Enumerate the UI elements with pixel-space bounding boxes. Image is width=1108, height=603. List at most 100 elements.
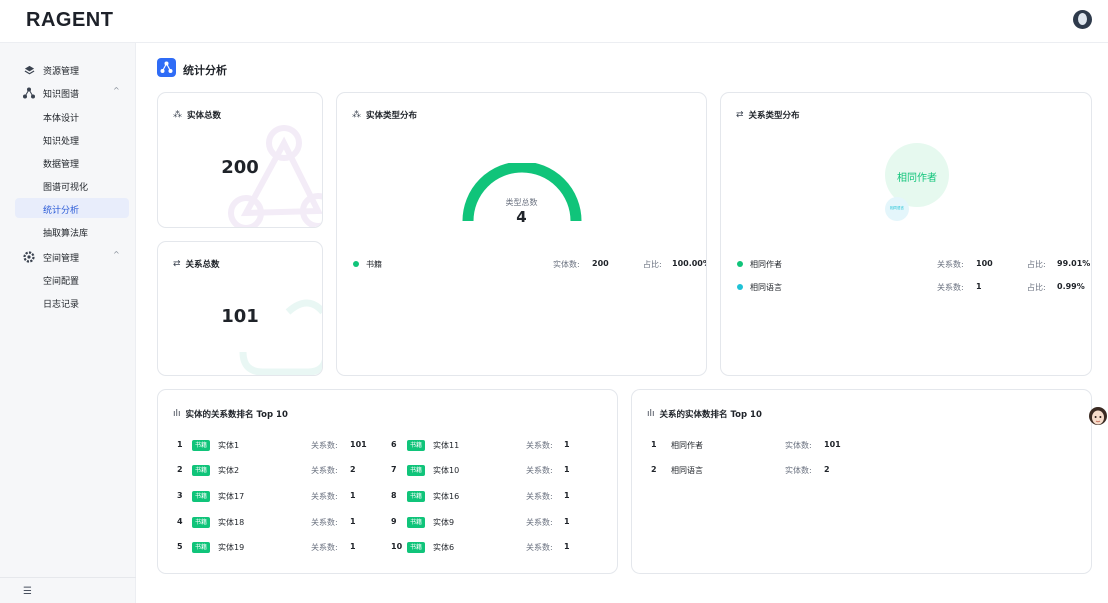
entity-rank-card: ılı 实体的关系数排名 Top 10 1 书籍 实体1 关系数: 101 2 书籍 实体2 关… [157, 389, 618, 574]
rank-row[interactable]: 7 书籍 实体10 关系数: 1 [391, 465, 591, 479]
legend-count-label: 实体数: [553, 260, 580, 269]
rank-row[interactable]: 2 书籍 实体2 关系数: 2 [177, 465, 377, 479]
entity-type-card: ⁂ 实体类型分布 类型总数 4 书籍 实体数: 200 占比: 100.00% [336, 92, 707, 376]
sidebar-group-label: 空间管理 [43, 254, 80, 264]
rank-row[interactable]: 9 书籍 实体9 关系数: 1 [391, 517, 591, 531]
rank-value: 1 [350, 517, 356, 526]
layers-icon [23, 64, 35, 76]
chevron-up-icon[interactable]: ^ [113, 86, 120, 95]
bubble-label: 相同语言 [890, 206, 904, 210]
legend-dot [737, 284, 743, 290]
rank-row[interactable]: 3 书籍 实体17 关系数: 1 [177, 491, 377, 505]
sidebar-item-log-records[interactable]: 日志记录 [15, 292, 129, 312]
rank-value: 1 [564, 465, 570, 474]
type-tag: 书籍 [192, 542, 211, 553]
sidebar-item-statistics[interactable]: 统计分析 [15, 198, 129, 218]
swap-icon: ⇄ [736, 110, 744, 120]
rank-value: 1 [564, 542, 570, 551]
legend-ratio: 0.99% [1057, 282, 1085, 291]
rank-name: 相同语言 [671, 466, 703, 475]
rank-row[interactable]: 10 书籍 实体6 关系数: 1 [391, 542, 591, 556]
swap-icon: ⇄ [173, 259, 181, 269]
sidebar-item-label: 统计分析 [43, 206, 80, 216]
rank-number: 7 [391, 465, 397, 474]
rank-row[interactable]: 1 相同作者 实体数: 101 [651, 440, 871, 454]
bar-chart-icon: ılı [647, 409, 655, 419]
rank-number: 4 [177, 517, 183, 526]
legend-name: 书籍 [366, 260, 382, 269]
assistant-avatar[interactable] [1088, 406, 1108, 428]
legend-row: 相同语言 关系数: 1 占比: 0.99% [737, 282, 1091, 294]
card-title: ⇄ 关系类型分布 [736, 109, 800, 121]
sidebar-item-ontology-design[interactable]: 本体设计 [15, 106, 129, 126]
rank-row[interactable]: 6 书籍 实体11 关系数: 1 [391, 440, 591, 454]
relation-total-card: ⇄ 关系总数 101 [157, 241, 323, 376]
chevron-up-icon[interactable]: ^ [113, 250, 120, 259]
card-title-text: 关系类型分布 [748, 111, 800, 121]
rank-number: 2 [177, 465, 183, 474]
rank-row[interactable]: 4 书籍 实体18 关系数: 1 [177, 517, 377, 531]
legend-ratio-label: 占比: [1027, 283, 1046, 292]
sidebar-group-label: 资源管理 [43, 67, 80, 77]
card-title: ⁂ 实体类型分布 [352, 109, 417, 121]
legend-name: 相同语言 [750, 283, 782, 292]
sidebar-item-graph-visualization[interactable]: 图谱可视化 [15, 175, 129, 195]
entity-total-value: 200 [221, 157, 259, 178]
card-title: ⁂ 实体总数 [173, 109, 221, 121]
top-bar: RAGENT [0, 0, 1108, 43]
legend-ratio-label: 占比: [643, 260, 662, 269]
app-logo[interactable]: RAGENT [26, 9, 113, 32]
rank-row[interactable]: 8 书籍 实体16 关系数: 1 [391, 491, 591, 505]
graph-icon: ⁂ [352, 110, 361, 120]
rank-name: 实体18 [218, 518, 245, 527]
sidebar-group-resources[interactable]: 资源管理 [0, 59, 136, 81]
relation-rank-card: ılı 关系的实体数排名 Top 10 1 相同作者 实体数: 101 2 相同语言 实体数… [631, 389, 1092, 574]
rank-row[interactable]: 1 书籍 实体1 关系数: 101 [177, 440, 377, 454]
bubble-small[interactable]: 相同语言 [885, 197, 909, 221]
sidebar-collapse-bar: ☰ [0, 577, 136, 603]
rank-name: 实体11 [433, 441, 460, 450]
type-tag: 书籍 [192, 517, 211, 528]
rank-value-label: 关系数: [526, 543, 553, 552]
sidebar-item-label: 图谱可视化 [43, 183, 89, 193]
sidebar-item-data-management[interactable]: 数据管理 [15, 152, 129, 172]
type-tag: 书籍 [407, 465, 426, 476]
rank-number: 2 [651, 465, 657, 474]
legend-count: 100 [976, 259, 993, 268]
rank-value-label: 关系数: [526, 518, 553, 527]
sidebar-group-knowledge-graph[interactable]: 知识图谱 ^ [0, 82, 136, 104]
sidebar-group-space-management[interactable]: 空间管理 ^ [0, 246, 136, 268]
rank-number: 1 [177, 440, 183, 449]
user-avatar[interactable] [1073, 10, 1092, 29]
rank-row[interactable]: 5 书籍 实体19 关系数: 1 [177, 542, 377, 556]
rank-name: 实体10 [433, 466, 460, 475]
rank-number: 5 [177, 542, 183, 551]
rank-value-label: 关系数: [311, 543, 338, 552]
rank-value-label: 关系数: [526, 441, 553, 450]
bar-chart-icon: ılı [173, 409, 181, 419]
legend-row: 书籍 实体数: 200 占比: 100.00% [353, 259, 706, 271]
card-title-text: 实体总数 [187, 111, 222, 121]
graph-icon [23, 87, 35, 99]
sidebar-item-label: 日志记录 [43, 300, 80, 310]
sidebar-item-label: 空间配置 [43, 277, 80, 287]
sidebar-item-space-config[interactable]: 空间配置 [15, 269, 129, 289]
legend-count: 1 [976, 282, 982, 291]
legend-name: 相同作者 [750, 260, 782, 269]
rank-value: 101 [824, 440, 841, 449]
legend-count: 200 [592, 259, 609, 268]
menu-fold-icon[interactable]: ☰ [23, 586, 32, 597]
entity-total-card: ⁂ 实体总数 200 [157, 92, 323, 228]
rank-name: 相同作者 [671, 441, 703, 450]
type-tag: 书籍 [407, 491, 426, 502]
sidebar-item-label: 本体设计 [43, 114, 80, 124]
type-tag: 书籍 [192, 440, 211, 451]
legend-ratio-label: 占比: [1027, 260, 1046, 269]
legend-ratio: 99.01% [1057, 259, 1091, 268]
sidebar-item-label: 知识处理 [43, 137, 80, 147]
rank-value-label: 关系数: [526, 466, 553, 475]
sidebar-item-extraction-algorithms[interactable]: 抽取算法库 [15, 221, 129, 241]
rank-number: 9 [391, 517, 397, 526]
rank-row[interactable]: 2 相同语言 实体数: 2 [651, 465, 871, 479]
sidebar-item-knowledge-processing[interactable]: 知识处理 [15, 129, 129, 149]
